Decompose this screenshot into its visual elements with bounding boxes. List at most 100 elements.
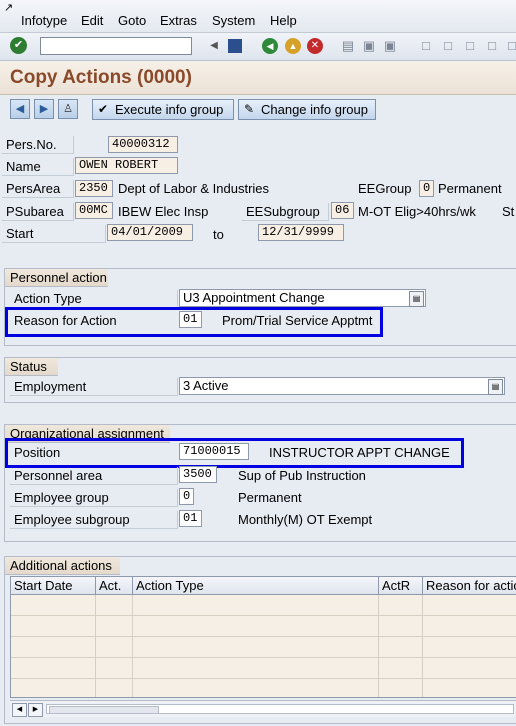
left-arrow-icon[interactable]: ◀ [206,38,222,54]
menu-help[interactable]: Help [270,13,297,28]
action-type-label: Action Type [10,290,178,308]
menu-bar: ↗ Infotype Edit Goto Extras System Help [0,0,516,33]
find-icon[interactable]: ▣ [361,38,377,54]
dropdown-icon[interactable]: ▤ [409,291,424,307]
last-page-icon[interactable]: □ [484,38,500,54]
table-row[interactable] [11,658,516,679]
table-cell[interactable] [11,616,96,636]
new-session-icon[interactable]: □ [504,38,516,54]
table-cell[interactable] [133,595,379,615]
persarea-text: Dept of Labor & Industries [118,181,270,196]
execute-icon: ✔ [98,102,109,116]
table-row[interactable] [11,616,516,637]
eegroup-code: 0 [419,180,434,197]
dropdown-icon[interactable]: ▤ [488,379,503,395]
back-icon[interactable]: ◀ [262,38,278,54]
column-header-actr[interactable]: ActR [379,577,423,595]
employee-subgroup-label: Employee subgroup [10,511,178,529]
persarea-code: 2350 [75,180,113,197]
horizontal-scrollbar[interactable]: ◀ ▶ [10,700,516,717]
scroll-left-button[interactable]: ◀ [12,703,27,717]
column-header-action-type[interactable]: Action Type [133,577,379,595]
table-cell[interactable] [133,679,379,697]
scrollbar-track[interactable] [46,704,514,714]
start-date-field[interactable]: 04/01/2009 [107,224,193,241]
table-cell[interactable] [96,595,133,615]
application-toolbar: ◀ ▶ ♙ ✔ Execute info group ✎ Change info… [0,95,516,123]
table-cell[interactable] [11,679,96,697]
employee-group-text: Permanent [238,490,302,505]
cancel-icon[interactable]: ✕ [307,38,323,54]
next-page-icon[interactable]: □ [462,38,478,54]
menu-infotype[interactable]: Infotype [21,13,67,28]
table-cell[interactable] [11,658,96,678]
execute-info-group-label: Execute info group [115,102,224,117]
first-page-icon[interactable]: □ [418,38,434,54]
table-row[interactable] [11,637,516,658]
next-record-icon[interactable]: ▶ [34,99,54,119]
table-cell[interactable] [379,595,423,615]
column-header-start-date[interactable]: Start Date [11,577,96,595]
table-cell[interactable] [379,637,423,657]
employee-subgroup-field[interactable]: 01 [179,510,202,527]
employment-label: Employment [10,378,178,396]
table-cell[interactable] [96,658,133,678]
table-cell[interactable] [96,637,133,657]
eesubgroup-label: EESubgroup [242,203,329,221]
exit-icon[interactable]: ▲ [285,38,301,54]
menu-icon[interactable]: ↗ [4,1,13,14]
employment-dropdown[interactable]: 3 Active ▤ [179,377,505,395]
employee-group-field[interactable]: 0 [179,488,194,505]
change-info-group-button[interactable]: ✎ Change info group [238,99,376,120]
user-overview-icon[interactable]: ♙ [58,99,78,119]
employment-value: 3 Active [183,378,229,393]
table-cell[interactable] [11,595,96,615]
menu-edit[interactable]: Edit [81,13,103,28]
table-cell[interactable] [379,616,423,636]
personnel-area-label: Personnel area [10,467,178,485]
action-type-dropdown[interactable]: U3 Appointment Change ▤ [179,289,426,307]
table-cell[interactable] [11,637,96,657]
menu-goto[interactable]: Goto [118,13,146,28]
psubarea-text: IBEW Elec Insp [118,204,209,219]
name-value: OWEN ROBERT [75,157,178,174]
persno-value: 40000312 [108,136,178,153]
employee-group-label: Employee group [10,489,178,507]
scroll-right-button[interactable]: ▶ [28,703,43,717]
table-cell[interactable] [133,637,379,657]
save-icon[interactable] [228,39,242,53]
change-info-group-label: Change info group [261,102,368,117]
menu-extras[interactable]: Extras [160,13,197,28]
additional-actions-table: Start Date Act. Action Type ActR Reason … [10,576,516,698]
table-cell[interactable] [133,658,379,678]
personnel-area-field[interactable]: 3500 [179,466,217,483]
end-date-field[interactable]: 12/31/9999 [258,224,344,241]
employee-subgroup-text: Monthly(M) OT Exempt [238,512,373,527]
start-label: Start [2,225,106,243]
command-field[interactable] [40,37,192,55]
title-bar: Copy Actions (0000) [0,61,516,95]
table-cell[interactable] [96,616,133,636]
column-header-reason[interactable]: Reason for actio [423,577,516,595]
column-header-act[interactable]: Act. [96,577,133,595]
status-title: Status [5,358,58,376]
table-cell[interactable] [379,658,423,678]
table-cell[interactable] [379,679,423,697]
scrollbar-thumb[interactable] [49,706,159,714]
table-cell[interactable] [96,679,133,697]
additional-actions-title: Additional actions [5,557,120,575]
page-title: Copy Actions (0000) [10,67,192,88]
execute-info-group-button[interactable]: ✔ Execute info group [92,99,234,120]
print-icon[interactable]: ▤ [340,38,356,54]
eesubgroup-text: M-OT Elig>40hrs/wk [358,204,476,219]
check-icon[interactable]: ✔ [10,37,27,54]
menu-system[interactable]: System [212,13,255,28]
previous-page-icon[interactable]: □ [440,38,456,54]
find-next-icon[interactable]: ▣ [382,38,398,54]
table-row[interactable] [11,595,516,616]
eesubgroup-code: 06 [331,202,354,219]
table-row[interactable] [11,679,516,697]
previous-record-icon[interactable]: ◀ [10,99,30,119]
personnel-action-title: Personnel action [5,269,108,287]
table-cell[interactable] [133,616,379,636]
